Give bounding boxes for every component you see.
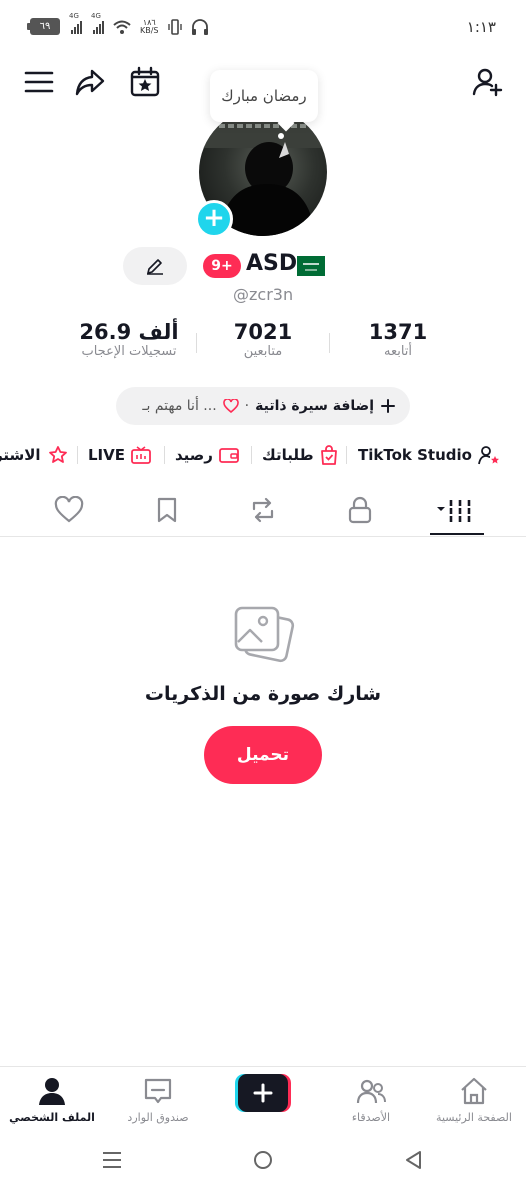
followers-stat[interactable]: 7021 متابعين [215,320,311,359]
user-handle: @zcr3n [233,285,294,304]
lock-icon [348,496,372,524]
content-tabs [0,490,526,537]
net-speed: ١٨٦ KB/S [140,17,159,35]
shortcut-divider [164,446,165,464]
wallet-icon [219,448,239,463]
heart-outline-icon [222,399,239,413]
stat-divider [329,333,330,353]
pencil-icon [147,259,163,275]
likes-stat[interactable]: 26.9 ألف تسجيلات الإعجاب [64,320,194,359]
system-nav-bar [0,1134,526,1186]
home-button-icon[interactable] [252,1149,274,1171]
notification-badge[interactable]: 9+ [203,254,241,278]
tab-private[interactable] [340,490,380,530]
add-avatar-button[interactable]: + [195,200,233,238]
shortcut-orders[interactable]: طلباتك [262,440,338,470]
shortcut-row: TikTok Studio طلباتك رصيد LIVE الاشت [0,440,526,470]
interests-text[interactable]: أنا مهتم بـ ... [142,398,216,414]
active-tab-indicator [430,533,484,535]
create-plus-icon[interactable] [235,1074,291,1112]
status-icons: ٦٩ 4G 4G ١٨٦ KB/S [27,12,209,35]
battery-icon: ٦٩ [27,18,60,35]
shortcut-tiktok-studio[interactable]: TikTok Studio [358,440,500,470]
bio-separator: · [244,398,250,414]
shortcut-balance[interactable]: رصيد [175,440,239,470]
bio-pill[interactable]: أنا مهتم بـ ... · إضافة سيرة ذاتية [116,387,410,425]
tv-live-icon [131,446,151,464]
add-bio-text[interactable]: إضافة سيرة ذاتية [255,398,374,414]
friends-icon [356,1079,386,1104]
calendar-star-icon[interactable] [128,65,162,99]
shortcut-live[interactable]: LIVE [88,440,151,470]
nav-inbox[interactable]: صندوق الوارد [108,1075,208,1124]
battery-level: ٦٩ [39,21,51,32]
person-star-icon [478,446,499,465]
tab-favorites[interactable] [147,490,187,530]
signal-icon: 4G [91,12,104,34]
shortcut-divider [77,446,78,464]
vibrate-icon [167,18,182,35]
home-icon [461,1077,487,1105]
shortcut-divider [251,446,252,464]
bag-check-icon [320,445,337,465]
profile-icon [39,1078,65,1105]
heart-icon [54,496,84,523]
repost-icon [252,497,274,523]
status-bar: ٦٩ 4G 4G ١٨٦ KB/S ١:١٣ [0,0,526,56]
shortcut-divider [346,446,347,464]
empty-state-title: شارك صورة من الذكريات [144,683,382,705]
menu-icon[interactable] [22,65,56,99]
nav-profile[interactable]: الملف الشخصي [2,1075,102,1124]
upload-button[interactable]: تحميل [204,726,322,784]
grid-icon [437,500,472,522]
bookmark-icon [157,497,177,523]
wifi-icon [113,20,131,34]
nav-friends[interactable]: الأصدقاء [321,1075,421,1124]
greeting-tooltip: رمضان مبارك [210,70,318,122]
clock: ١:١٣ [466,18,496,36]
username: ASD [246,251,298,276]
saudi-flag-icon [297,256,325,276]
subscription-star-icon [48,446,67,463]
stat-divider [196,333,197,353]
back-icon[interactable] [402,1149,424,1171]
signal-icon: 4G [69,12,82,34]
nav-home[interactable]: الصفحة الرئيسية [424,1075,524,1124]
inbox-icon [144,1078,172,1104]
recent-apps-icon[interactable] [101,1149,123,1171]
plus-icon [381,399,395,413]
tab-reposts[interactable] [243,490,283,530]
add-friend-icon[interactable] [470,65,504,99]
following-stat[interactable]: 1371 أتابعه [350,320,446,359]
shortcut-subscription[interactable]: الاشتر [0,440,69,470]
photos-icon [234,606,295,663]
share-icon[interactable] [73,65,107,99]
tab-liked[interactable] [49,490,89,530]
headphones-icon [191,18,208,35]
edit-profile-button[interactable] [123,247,187,285]
tab-videos-grid[interactable] [436,490,476,530]
